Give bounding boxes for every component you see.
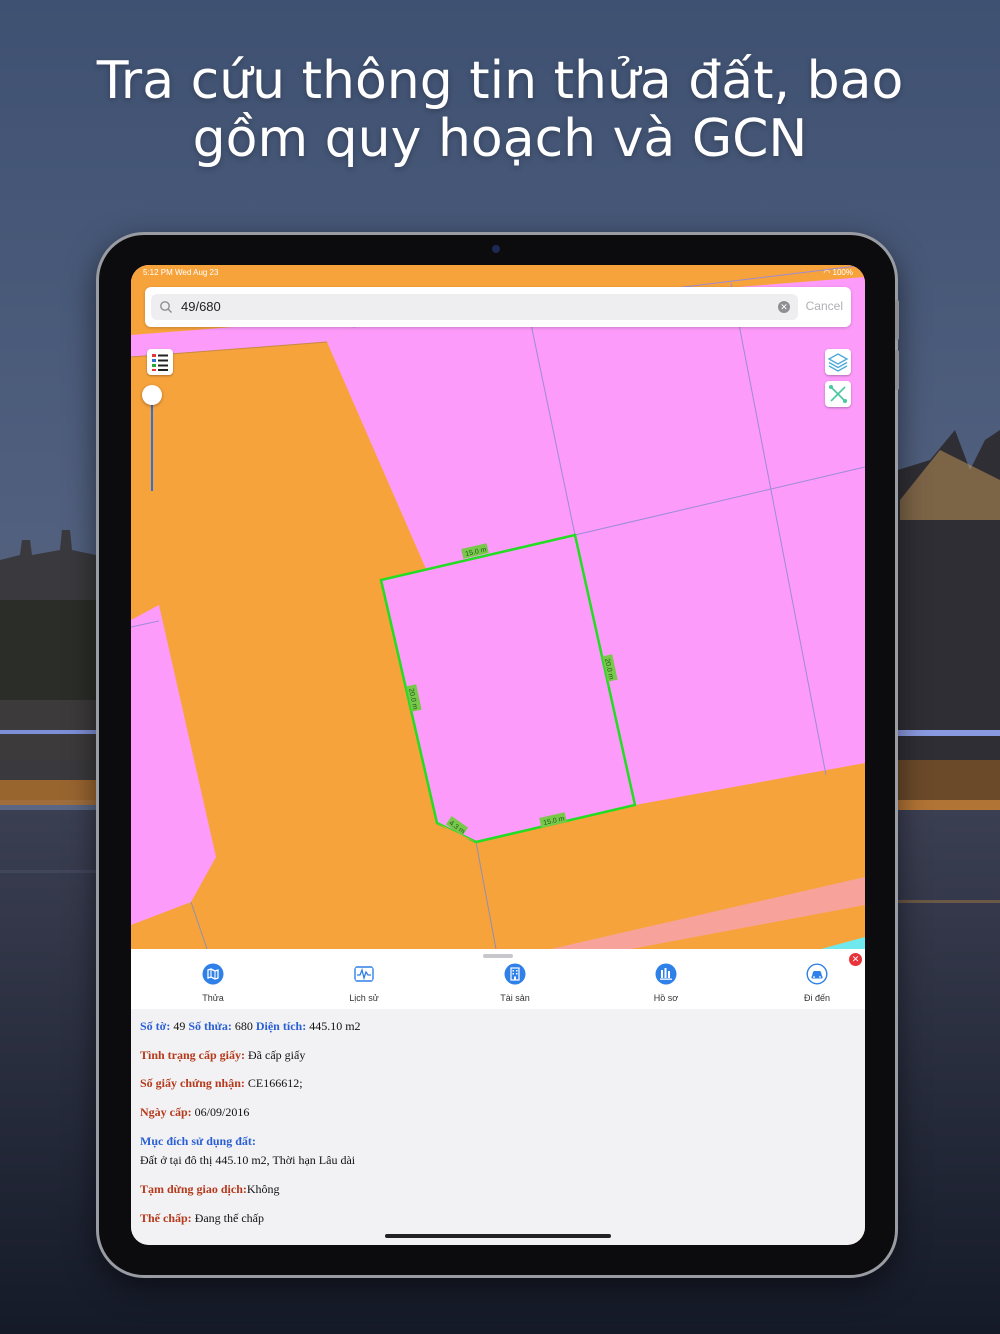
ngay-cap-value: 06/09/2016 — [194, 1105, 250, 1119]
the-chap-label: Thế chấp: — [140, 1211, 192, 1225]
building-icon — [504, 963, 526, 985]
row-the-chap: Thế chấp: Đang thế chấp — [140, 1211, 264, 1226]
so-thua-label: Số thửa: — [188, 1019, 232, 1033]
headline-line-1: Tra cứu thông tin thửa đất, bao — [96, 51, 904, 111]
tam-dung-label: Tạm dừng giao dịch: — [140, 1182, 247, 1196]
map-icon — [202, 963, 224, 985]
tinh-trang-label: Tình trạng cấp giấy: — [140, 1048, 246, 1062]
legend-button[interactable] — [147, 349, 173, 375]
ngay-cap-label: Ngày cấp: — [140, 1105, 192, 1119]
tab-tai-san[interactable]: Tài sản — [470, 963, 560, 1003]
search-field[interactable]: ✕ — [151, 294, 798, 320]
history-chart-icon — [354, 966, 374, 982]
clear-icon[interactable]: ✕ — [778, 301, 790, 313]
layers-button[interactable] — [825, 349, 851, 375]
volume-button-down — [895, 350, 899, 390]
headline-line-2: gồm quy hoạch và GCN — [192, 109, 808, 169]
measure-tool-icon — [829, 385, 847, 403]
row-so-giay: Số giấy chứng nhận: CE166612; — [140, 1076, 303, 1091]
records-icon — [655, 963, 677, 985]
wifi-icon: ◠ — [823, 268, 833, 277]
row-tinh-trang: Tình trạng cấp giấy: Đã cấp giấy — [140, 1048, 305, 1063]
row-muc-dich-value: Đất ở tại đô thị 445.10 m2, Thời hạn Lâu… — [140, 1153, 355, 1168]
cancel-button[interactable]: Cancel — [806, 299, 843, 313]
so-giay-label: Số giấy chứng nhận: — [140, 1076, 245, 1090]
volume-button-up — [895, 300, 899, 340]
parcel-map[interactable]: 15.0 m 20.0 m 20.0 m 4.3 m 15.0 m — [131, 265, 865, 965]
tab-label: Tài sản — [500, 993, 530, 1003]
tam-dung-value: Không — [246, 1182, 280, 1196]
tinh-trang-value: Đã cấp giấy — [248, 1048, 306, 1062]
search-bar: ✕ Cancel — [145, 287, 851, 327]
so-giay-value: CE166612; — [247, 1076, 303, 1090]
dien-tich-value: 445.10 m2 — [309, 1019, 361, 1033]
tab-label: Đi đến — [803, 993, 830, 1003]
measure-tool-button[interactable] — [825, 381, 851, 407]
layers-icon — [827, 353, 849, 372]
home-indicator[interactable] — [385, 1234, 611, 1238]
tab-thua[interactable]: Thửa — [168, 963, 258, 1003]
opacity-slider-track[interactable] — [151, 395, 153, 491]
battery-level: 100% — [832, 268, 853, 277]
headline: Tra cứu thông tin thửa đất, bao gồm quy … — [0, 52, 1000, 168]
dien-tich-label: Diện tích: — [255, 1019, 307, 1033]
tab-label: Thửa — [202, 993, 224, 1003]
parcel-info-sheet: ✕ Thửa Lịch sử Tài sản Hồ sơ Đi đến Số t… — [131, 949, 865, 1245]
search-icon — [160, 301, 172, 313]
so-to-label: Số tờ: — [140, 1019, 171, 1033]
row-muc-dich-label: Mục đích sử dụng đất: — [140, 1134, 256, 1149]
app-screen: 15.0 m 20.0 m 20.0 m 4.3 m 15.0 m 5:12 P… — [131, 265, 865, 1245]
tab-label: Hồ sơ — [653, 993, 679, 1003]
front-camera — [492, 245, 500, 253]
tab-lich-su[interactable]: Lịch sử — [319, 963, 409, 1003]
status-bar: 5:12 PM Wed Aug 23 ◠ 100% — [131, 265, 865, 281]
muc-dich-value: Đất ở tại đô thị 445.10 m2, Thời hạn Lâu… — [140, 1153, 356, 1167]
sheet-tab-bar: ✕ Thửa Lịch sử Tài sản Hồ sơ Đi đến — [131, 949, 865, 1009]
opacity-slider-knob[interactable] — [142, 385, 162, 405]
the-chap-value: Đang thế chấp — [194, 1211, 264, 1225]
tab-di-den[interactable]: Đi đến — [772, 963, 862, 1003]
so-thua-value: 680 — [234, 1019, 253, 1033]
status-battery: ◠ 100% — [823, 268, 853, 277]
so-to-value: 49 — [173, 1019, 186, 1033]
car-icon — [806, 963, 828, 985]
tab-label: Lịch sử — [349, 993, 379, 1003]
row-tam-dung: Tạm dừng giao dịch:Không — [140, 1182, 280, 1197]
muc-dich-label: Mục đích sử dụng đất: — [140, 1134, 256, 1148]
sheet-grabber[interactable] — [483, 954, 513, 958]
row-ngay-cap: Ngày cấp: 06/09/2016 — [140, 1105, 249, 1120]
row-identifiers: Số tờ: 49 Số thửa: 680 Diện tích: 445.10… — [140, 1019, 361, 1034]
tab-ho-so[interactable]: Hồ sơ — [621, 963, 711, 1003]
legend-list-icon — [152, 354, 168, 371]
status-time: 5:12 PM Wed Aug 23 — [143, 268, 219, 277]
search-input[interactable] — [181, 299, 761, 314]
